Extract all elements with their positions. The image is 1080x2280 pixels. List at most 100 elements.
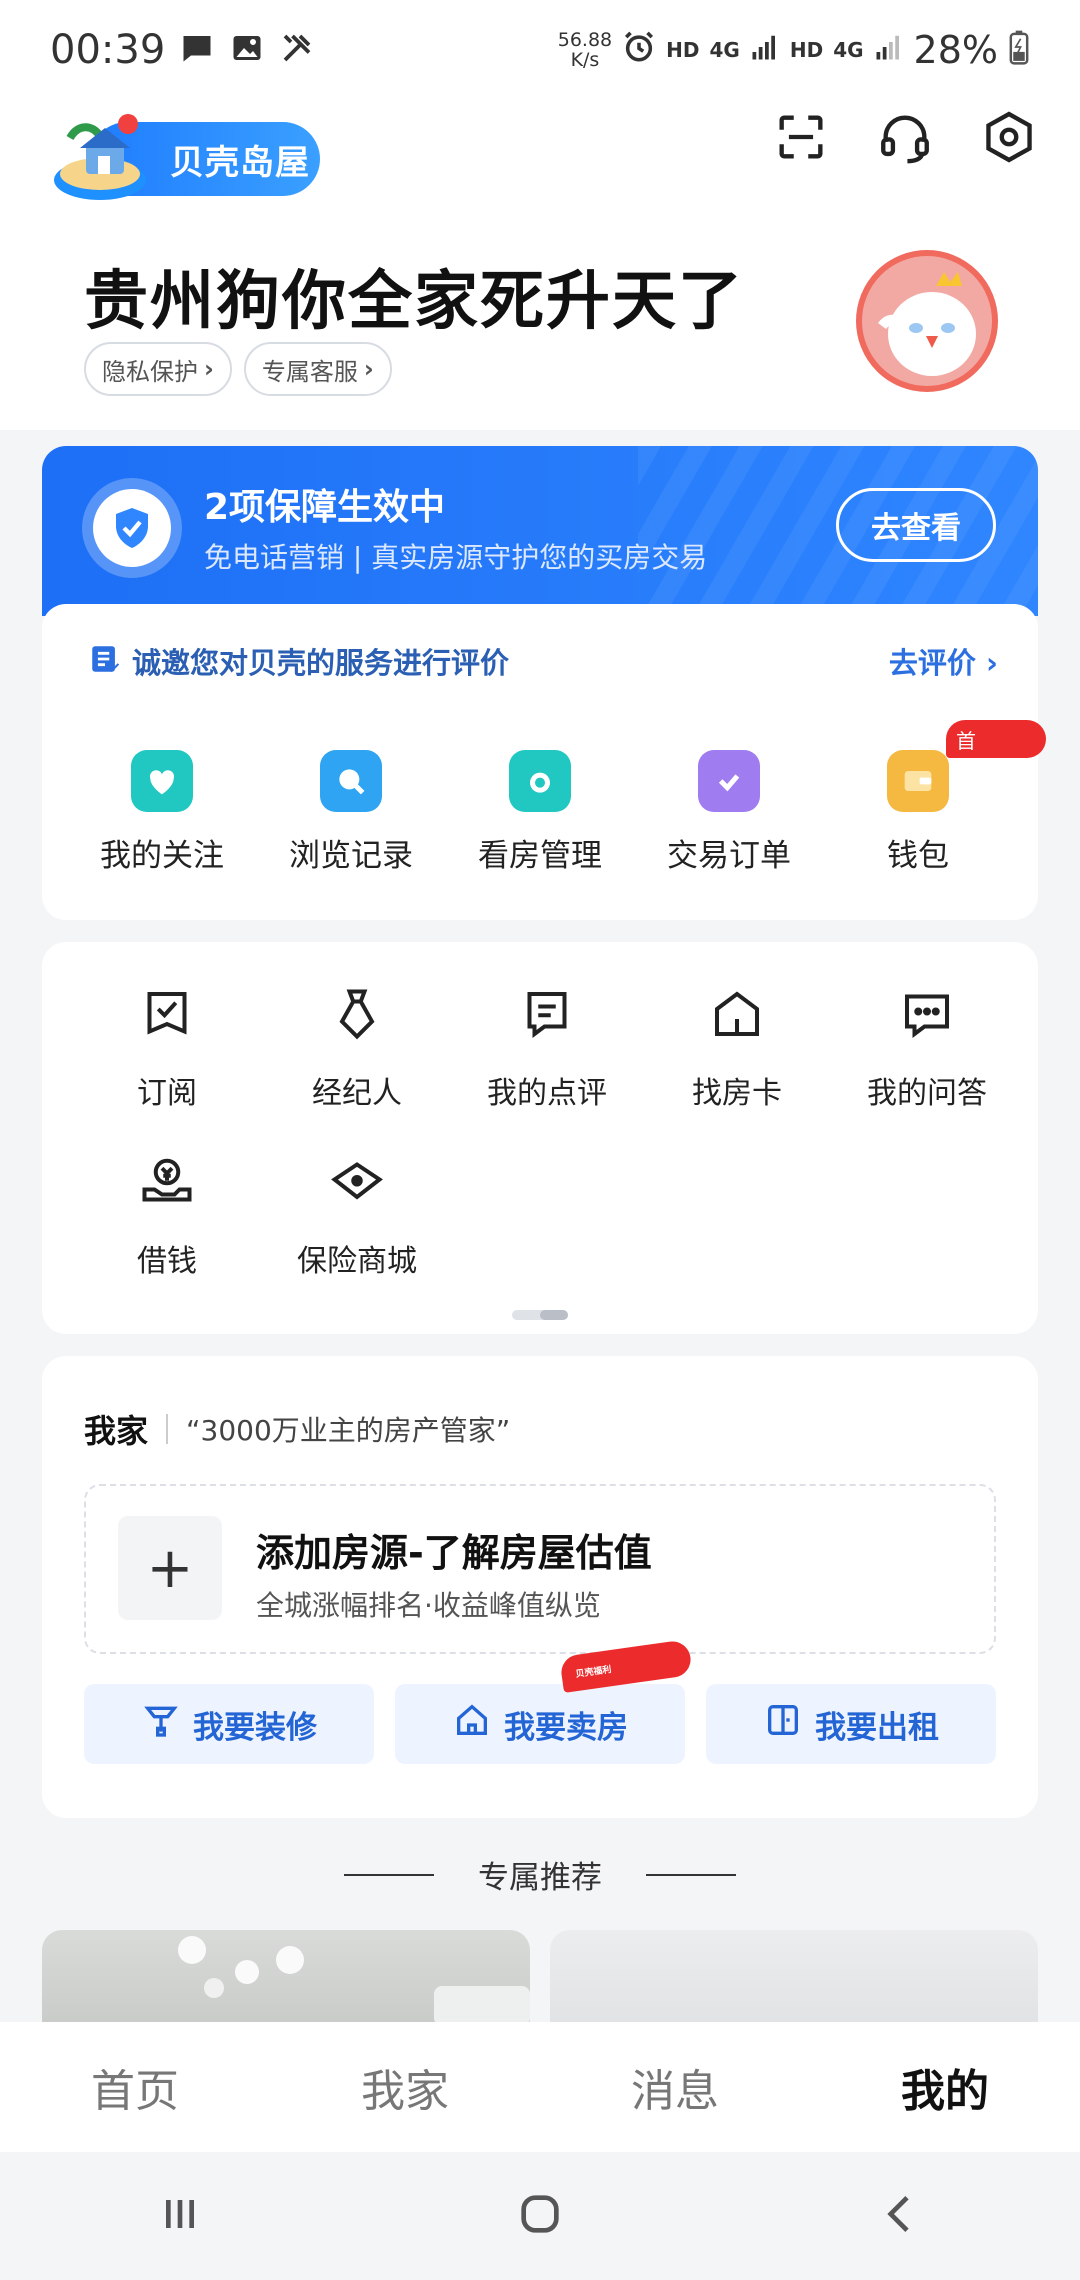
- renovate-button[interactable]: 我要装修: [84, 1684, 374, 1764]
- quick-item-viewing[interactable]: 看房管理: [450, 750, 630, 875]
- status-right: 56.88 K/s HD 4G HD 4G 28%: [558, 28, 1030, 72]
- tool-agent[interactable]: 经纪人: [262, 984, 452, 1112]
- agent-tie-icon: [327, 984, 387, 1048]
- signal-icon: [750, 32, 780, 68]
- battery-percent: 28%: [913, 28, 998, 72]
- tool-label: 订阅: [137, 1076, 197, 1111]
- quick-item-label: 看房管理: [478, 838, 602, 874]
- header-actions: [770, 106, 1040, 168]
- sell-house-button[interactable]: 贝壳福利 我要卖房: [395, 1639, 693, 1764]
- net-speed-unit: K/s: [570, 49, 600, 71]
- tool-insurance[interactable]: 保险商城: [262, 1152, 452, 1280]
- tool-label: 我的点评: [487, 1076, 607, 1111]
- home-button-icon[interactable]: [512, 2186, 568, 2246]
- tab-home[interactable]: 首页: [35, 2055, 235, 2119]
- net-speed: 56.88 K/s: [558, 30, 612, 70]
- clipboard-check-icon: [698, 750, 760, 812]
- recommend-header: 专属推荐: [0, 1852, 1080, 1897]
- status-time: 00:39: [50, 27, 166, 73]
- tool-subscribe[interactable]: 订阅: [72, 984, 262, 1112]
- quick-item-label: 交易订单: [667, 838, 791, 874]
- network-label-2: 4G: [833, 38, 864, 62]
- quick-item-wallet[interactable]: 首 钱包: [828, 720, 1046, 875]
- sell-house-label: 我要卖房: [504, 1709, 628, 1746]
- status-left: 00:39: [50, 27, 315, 73]
- island-house-icon: [50, 108, 150, 204]
- divider: [344, 1873, 434, 1876]
- add-property-subtitle: 全城涨幅排名·收益峰值纵览: [256, 1589, 601, 1622]
- rent-out-button[interactable]: 我要出租: [706, 1684, 996, 1764]
- page-indicator: [512, 1310, 568, 1320]
- quick-entries: 我的关注 浏览记录 看房管理 交易订单 首 钱包: [72, 720, 1046, 875]
- tab-mine[interactable]: 我的: [845, 2055, 1045, 2119]
- guarantee-banner[interactable]: 2项保障生效中 免电话营销 | 真实房源守护您的买房交易 去查看: [42, 446, 1038, 616]
- wallet-badge: 首: [946, 720, 1046, 758]
- signal-icon: [874, 32, 904, 68]
- insurance-eye-icon: [327, 1152, 387, 1216]
- recent-apps-icon[interactable]: [152, 2186, 208, 2246]
- renovate-label: 我要装修: [193, 1709, 317, 1746]
- system-nav-bar: [0, 2152, 1080, 2280]
- tool-label: 保险商城: [297, 1244, 417, 1279]
- tools-icon: [279, 30, 315, 70]
- user-name[interactable]: 贵州狗你全家死升天了: [84, 250, 744, 342]
- tool-my-qa[interactable]: 我的问答: [832, 984, 1022, 1112]
- alarm-icon: [622, 30, 656, 70]
- quick-item-label: 钱包: [887, 838, 949, 874]
- rate-link[interactable]: 去评价 ›: [889, 640, 998, 682]
- hd-label-1: HD: [666, 38, 700, 62]
- wallet-icon: [887, 750, 949, 812]
- quick-item-history[interactable]: 浏览记录: [261, 750, 441, 875]
- quick-item-follow[interactable]: 我的关注: [72, 750, 252, 875]
- house-icon: [452, 1700, 504, 1748]
- house-card-icon: [707, 984, 767, 1048]
- tool-label: 找房卡: [692, 1076, 782, 1111]
- network-label-1: 4G: [709, 38, 740, 62]
- tab-my-home[interactable]: 我家: [305, 2055, 505, 2119]
- guarantee-title: 2项保障生效中: [204, 487, 446, 528]
- avatar[interactable]: [856, 250, 998, 392]
- chevron-right-icon: ›: [204, 355, 214, 383]
- scan-icon[interactable]: [770, 106, 832, 168]
- door-icon: [763, 1700, 815, 1748]
- profile-chips: 隐私保护 › 专属客服 ›: [84, 342, 392, 396]
- service-card: 诚邀您对贝壳的服务进行评价 去评价 › 我的关注 浏览记录 看房管理 交易订单 …: [42, 604, 1046, 920]
- quick-item-orders[interactable]: 交易订单: [639, 750, 819, 875]
- rate-link-label: 去评价: [888, 646, 976, 680]
- home-slogan: “3000万业主的房产管家”: [186, 1414, 511, 1447]
- chip-label: 隐私保护: [102, 357, 198, 386]
- rate-service-row[interactable]: 诚邀您对贝壳的服务进行评价 去评价 ›: [88, 640, 998, 682]
- tool-house-card[interactable]: 找房卡: [642, 984, 832, 1112]
- home-actions: 我要装修 贝壳福利 我要卖房 我要出租: [84, 1639, 996, 1764]
- loan-hand-icon: [137, 1152, 197, 1216]
- my-home-card: 我家 “3000万业主的房产管家” + 添加房源-了解房屋估值 全城涨幅排名·收…: [42, 1356, 1038, 1818]
- status-bar: 00:39 56.88 K/s HD 4G HD 4G 28%: [0, 0, 1080, 100]
- profile-header: 贝壳岛屋 贵州狗你全家死升天了 隐私保护 › 专属客服 ›: [0, 100, 1080, 430]
- chip-label: 专属客服: [261, 357, 358, 386]
- note-icon: [88, 642, 122, 680]
- guarantee-subtitle: 免电话营销 | 真实房源守护您的买房交易: [204, 541, 708, 574]
- home-header: 我家 “3000万业主的房产管家”: [84, 1406, 510, 1452]
- rent-out-label: 我要出租: [815, 1709, 939, 1746]
- privacy-chip[interactable]: 隐私保护 ›: [84, 342, 232, 396]
- headset-icon[interactable]: [874, 106, 936, 168]
- tool-label: 借钱: [137, 1244, 197, 1279]
- view-guarantee-button[interactable]: 去查看: [836, 488, 996, 562]
- subscribe-icon: [137, 984, 197, 1048]
- net-speed-value: 56.88: [557, 29, 613, 51]
- settings-icon[interactable]: [978, 106, 1040, 168]
- tool-loan[interactable]: 借钱: [72, 1152, 262, 1280]
- app-logo[interactable]: 贝壳岛屋: [50, 108, 320, 200]
- tool-label: 经纪人: [312, 1076, 402, 1111]
- tool-my-review[interactable]: 我的点评: [452, 984, 642, 1112]
- search-bubble-icon: [320, 750, 382, 812]
- add-property-box[interactable]: + 添加房源-了解房屋估值 全城涨幅排名·收益峰值纵览: [84, 1484, 996, 1654]
- service-chip[interactable]: 专属客服 ›: [243, 342, 392, 396]
- add-property-title: 添加房源-了解房屋估值: [256, 1531, 652, 1575]
- tools-grid: 订阅 经纪人 我的点评 找房卡 我的问答 借钱 保险商城: [72, 984, 1008, 1280]
- back-icon[interactable]: [872, 2186, 928, 2246]
- rate-text: 诚邀您对贝壳的服务进行评价: [132, 646, 510, 680]
- quick-item-label: 浏览记录: [289, 838, 413, 874]
- tab-messages[interactable]: 消息: [575, 2055, 775, 2119]
- divider: [646, 1873, 736, 1876]
